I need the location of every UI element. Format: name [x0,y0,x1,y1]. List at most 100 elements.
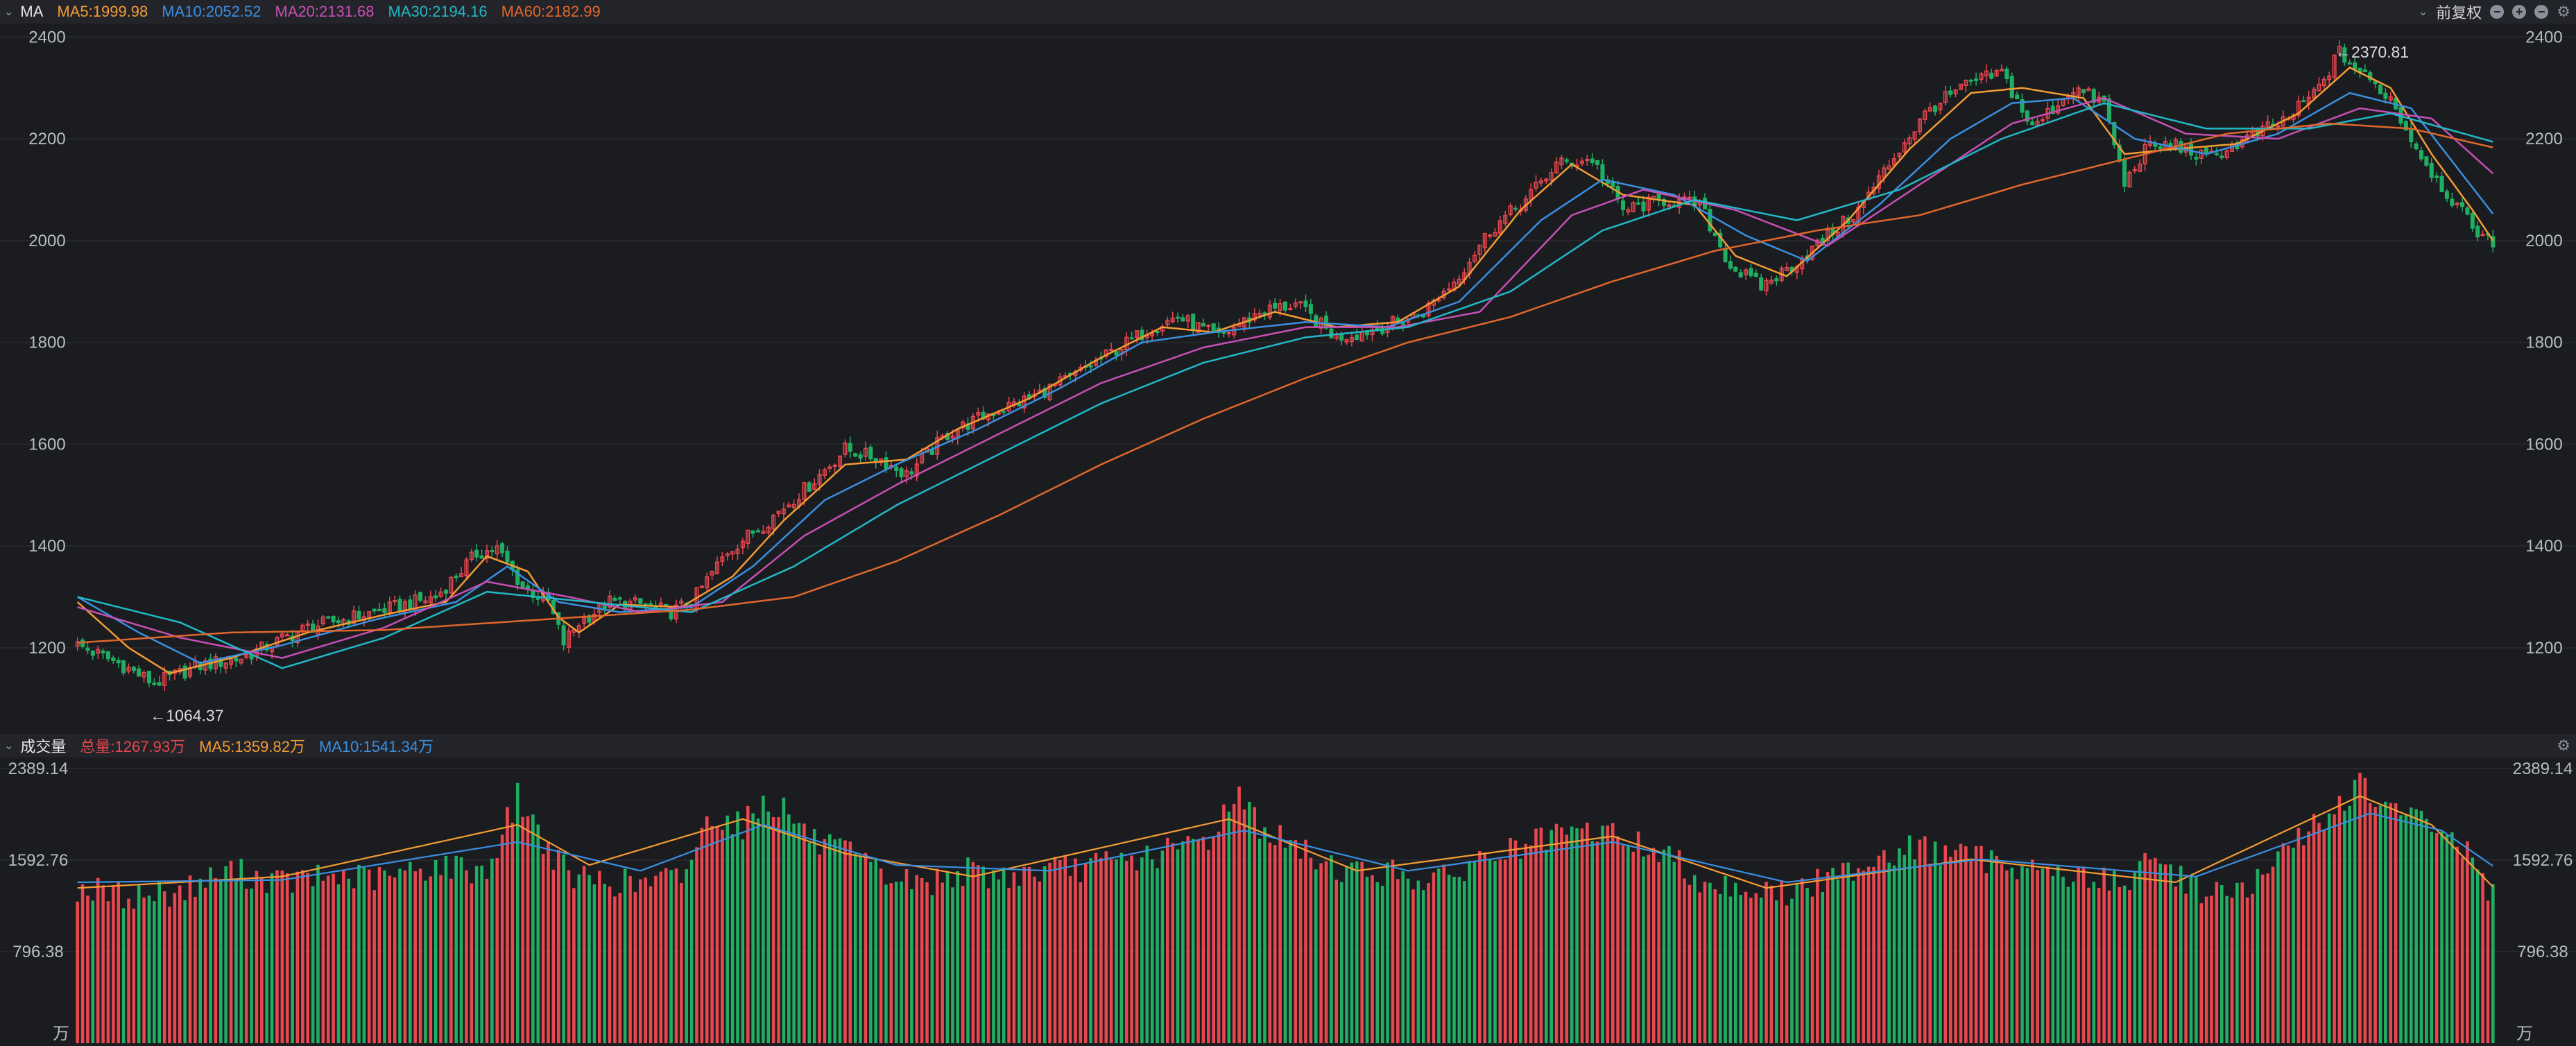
volume-bar [1421,890,1425,1043]
volume-bar [782,797,786,1043]
candle-body [1656,194,1661,200]
volume-bar [2322,830,2326,1043]
volume-bar [449,878,453,1043]
zoom-out-icon[interactable]: − [2490,5,2505,19]
minimize-icon[interactable]: − [2534,5,2549,19]
volume-bar [357,864,361,1043]
candle-body [1226,332,1231,334]
price-chart[interactable]: 1200 1200 1400 1400 1600 1600 1800 1800 2000 2000… [0,24,2576,731]
volume-bar [685,869,689,1043]
candle-body [1088,365,1093,368]
volume-chart[interactable]: 796.38 796.38 1592.76 1592.76 2389.14 2389.14… [0,757,2576,1046]
candle-body [638,598,643,604]
adjust-dropdown-icon[interactable]: ⌄ [2419,5,2428,19]
volume-bar [429,876,433,1043]
zoom-in-icon[interactable]: + [2512,5,2527,19]
candle-body [121,660,126,674]
candle-body [1708,209,1712,232]
volume-bar [1601,825,1604,1043]
candle-body [1211,323,1216,332]
ma30-legend: MA30:2194.16 [388,3,488,20]
volume-bar [1857,868,1860,1043]
volume-bar [787,814,791,1043]
candle-body [2009,76,2014,98]
volume-bar [2015,879,2019,1043]
volume-bar [2368,803,2372,1043]
volume-bar [721,830,724,1043]
indicator-title[interactable]: MA [20,3,43,21]
price-ytick-right: 1200 [2525,639,2562,658]
volume-bar [894,882,898,1043]
volume-bar [178,885,182,1043]
volume-bar [1989,850,1993,1043]
volume-bar [2020,866,2024,1043]
volume-bar [1887,862,1891,1043]
volume-bar [2204,896,2208,1043]
volume-bar [1478,851,1482,1043]
volume-bar [1140,857,1144,1043]
volume-bar [1304,839,1307,1043]
candle-body [90,651,95,656]
gear-icon[interactable]: ⚙ [2557,3,2570,21]
volume-bar [1330,855,1333,1043]
volume-title[interactable]: 成交量 [20,735,66,757]
volume-bar [1626,844,1630,1043]
volume-bar [2271,866,2275,1043]
volume-bar [1427,882,1430,1043]
volume-bar [633,891,637,1043]
volume-bar [1642,856,1645,1043]
volume-bar [1713,889,1717,1043]
volume-bar [730,834,735,1043]
volume-collapse-caret-icon[interactable]: ⌄ [4,739,13,753]
candle-body [474,549,479,558]
volume-bar [1411,889,1415,1043]
adjust-mode-select[interactable]: 前复权 [2436,1,2482,23]
volume-bar [1334,880,1339,1043]
candle-body [2122,160,2127,187]
candle-body [520,581,525,588]
volume-bar [1651,848,1656,1043]
volume-bar [1063,855,1067,1043]
volume-bar [2292,848,2295,1043]
volume-bar [2051,875,2055,1043]
volume-bar [76,901,79,1043]
volume-bar [147,895,151,1043]
volume-bar [234,881,238,1043]
volume-bar [2281,843,2285,1043]
volume-bar [2036,870,2039,1043]
volume-bar [510,823,515,1043]
volume-bar [879,868,883,1043]
candle-body [1590,158,1595,164]
volume-bar [680,882,683,1043]
candle-body [1288,308,1293,311]
volume-bar [1022,866,1026,1043]
volume-bar [628,875,632,1043]
volume-bar [2210,895,2213,1043]
volume-bar [1289,840,1292,1043]
volume-bar [162,891,166,1043]
volume-bar [1692,875,1697,1043]
volume-bar [1094,852,1098,1043]
volume-bar [2169,864,2172,1043]
volume-bar [1892,865,1896,1043]
volume-bar [1672,861,1676,1043]
volume-bar [1406,878,1410,1043]
volume-bar [864,852,868,1043]
volume-bar [1452,877,1456,1043]
volume-bar [1207,850,1210,1043]
volume-bar [1283,848,1287,1043]
price-ytick-left: 1200 [28,639,65,658]
collapse-caret-icon[interactable]: ⌄ [4,5,13,19]
volume-settings-icon[interactable]: ⚙ [2557,737,2570,755]
volume-bar [1984,873,1989,1043]
candle-body [2475,225,2480,238]
volume-bar [981,866,985,1043]
volume-bar [2455,846,2459,1043]
volume-bar [1764,882,1768,1043]
candle-body [1774,278,1779,282]
volume-bar [470,883,474,1043]
volume-bar [562,854,565,1043]
volume-bar [1360,861,1364,1043]
volume-bar [2041,868,2045,1043]
volume-bar [1222,804,1226,1043]
